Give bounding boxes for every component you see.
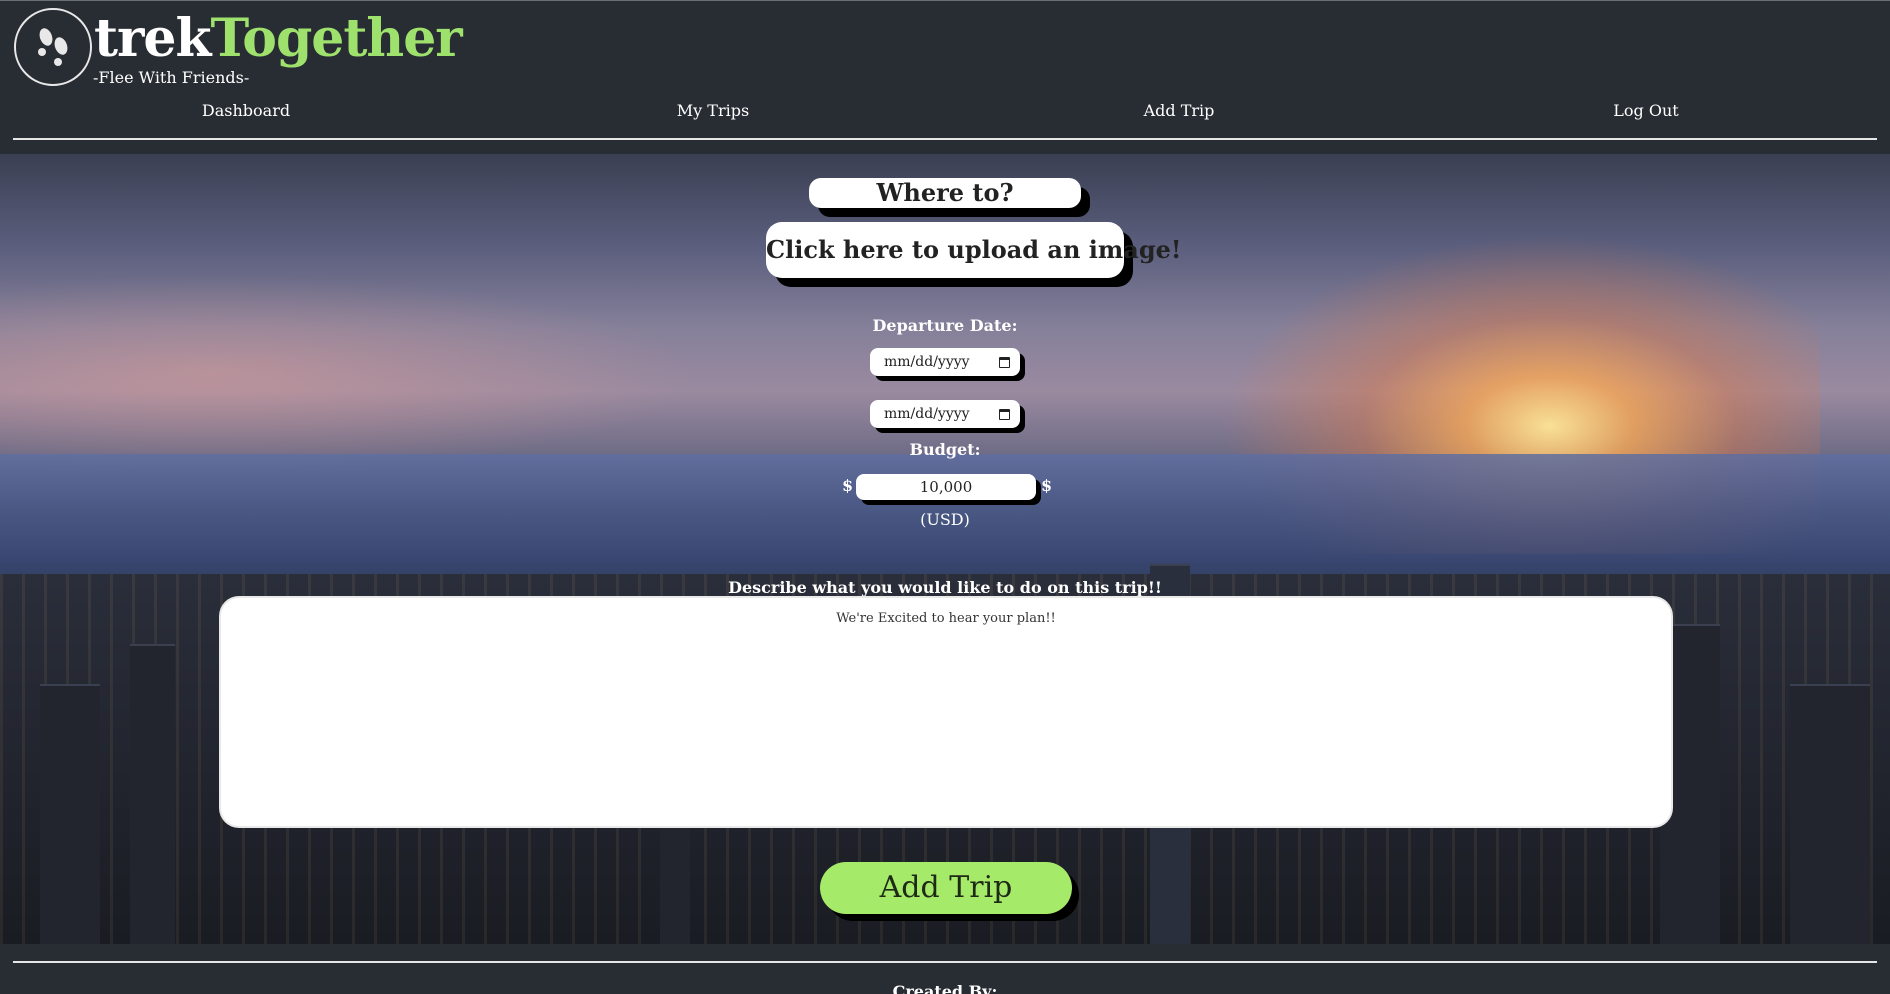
skyline-tower [130, 644, 175, 944]
upload-image-button[interactable]: Click here to upload an image! [766, 222, 1181, 278]
brand-name[interactable]: trekTogether [94, 7, 463, 71]
skyline-tower [1790, 684, 1870, 944]
dollar-sign-left: $ [842, 476, 854, 495]
calendar-icon[interactable] [999, 356, 1010, 368]
destination-input[interactable]: Where to? [809, 178, 1081, 208]
nav-dashboard[interactable]: Dashboard [202, 101, 290, 120]
nav-log-out[interactable]: Log Out [1613, 101, 1678, 120]
add-trip-button[interactable]: Add Trip [820, 862, 1072, 914]
budget-input[interactable]: 10,000 [856, 474, 1036, 500]
add-trip-hero: Where to? Click here to upload an image!… [0, 154, 1890, 944]
currency-note: (USD) [920, 510, 970, 529]
calendar-icon[interactable] [999, 408, 1010, 420]
description-textarea[interactable]: We're Excited to hear your plan!! [221, 598, 1671, 826]
footprints-logo-icon[interactable] [14, 8, 92, 86]
departure-date-placeholder: mm/dd/yyyy [884, 354, 970, 370]
skyline-tower [40, 684, 100, 944]
brand-name-trek: trek [94, 8, 212, 69]
main-nav: Dashboard My Trips Add Trip Log Out [0, 101, 1890, 125]
brand-name-together: Together [210, 8, 463, 69]
nav-my-trips[interactable]: My Trips [677, 101, 749, 120]
budget-row: $ 10,000 $ [0, 474, 1890, 500]
sky-glow [0, 274, 700, 474]
departure-date-label: Departure Date: [872, 316, 1018, 335]
departure-date-input[interactable]: mm/dd/yyyy [870, 348, 1020, 376]
site-header: trekTogether -Flee With Friends- Dashboa… [0, 0, 1890, 154]
budget-label: Budget: [909, 440, 981, 459]
header-divider [13, 138, 1877, 140]
footer-created-by: Created By: [892, 982, 998, 994]
return-date-placeholder: mm/dd/yyyy [884, 406, 970, 422]
brand-tagline: -Flee With Friends- [93, 68, 250, 87]
return-date-input[interactable]: mm/dd/yyyy [870, 400, 1020, 428]
nav-add-trip[interactable]: Add Trip [1144, 101, 1215, 120]
footer-divider [13, 961, 1877, 963]
description-label: Describe what you would like to do on th… [728, 578, 1162, 597]
description-placeholder: We're Excited to hear your plan!! [836, 611, 1056, 626]
dollar-sign-right: $ [1041, 476, 1053, 495]
